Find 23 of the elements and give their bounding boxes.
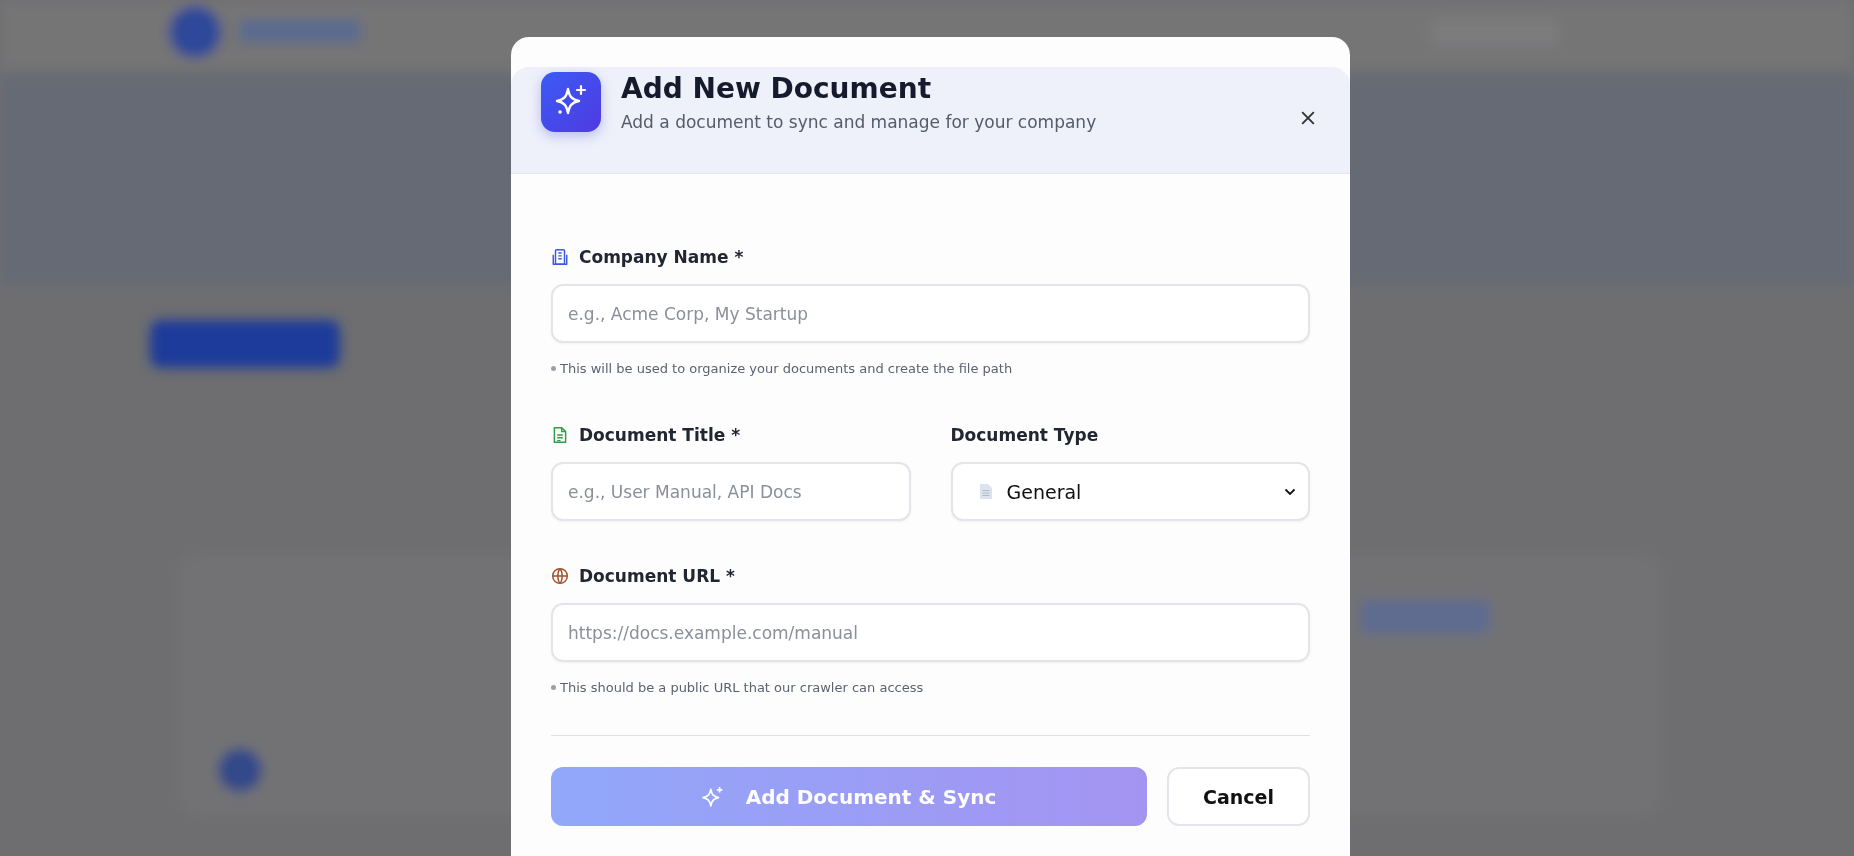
helper-text: This should be a public URL that our crawler can access (560, 680, 924, 695)
close-icon (1301, 111, 1315, 125)
input-field[interactable]: e.g., Acme Corp, My Startup (551, 284, 1310, 343)
input-field[interactable]: e.g., User Manual, API Docs (551, 462, 911, 521)
field-label: Document Type (950, 425, 1099, 445)
input-field[interactable]: https://docs.example.com/manual (551, 603, 1310, 662)
document-icon (551, 426, 569, 444)
sparkle-icon (701, 785, 724, 808)
field-label: Document Title * (579, 425, 741, 445)
document-icon (978, 483, 993, 500)
building-icon (551, 248, 569, 266)
dialog-title: Add New Document (621, 72, 933, 106)
bullet-icon (551, 685, 556, 690)
type-dropdown[interactable]: General (950, 462, 1310, 521)
cancel-button[interactable]: Cancel (1167, 767, 1310, 826)
bullet-icon (551, 366, 556, 371)
field-label: Company Name * (579, 247, 744, 267)
field-label: Document URL * (579, 566, 735, 586)
chevron-down-icon (1284, 487, 1296, 496)
dialog-subtitle: Add a document to sync and manage for your company (621, 112, 1098, 132)
helper-text: This will be used to organize your documents and create the file path (560, 361, 1013, 376)
sparkle-icon (541, 72, 601, 132)
globe-icon (551, 567, 569, 585)
